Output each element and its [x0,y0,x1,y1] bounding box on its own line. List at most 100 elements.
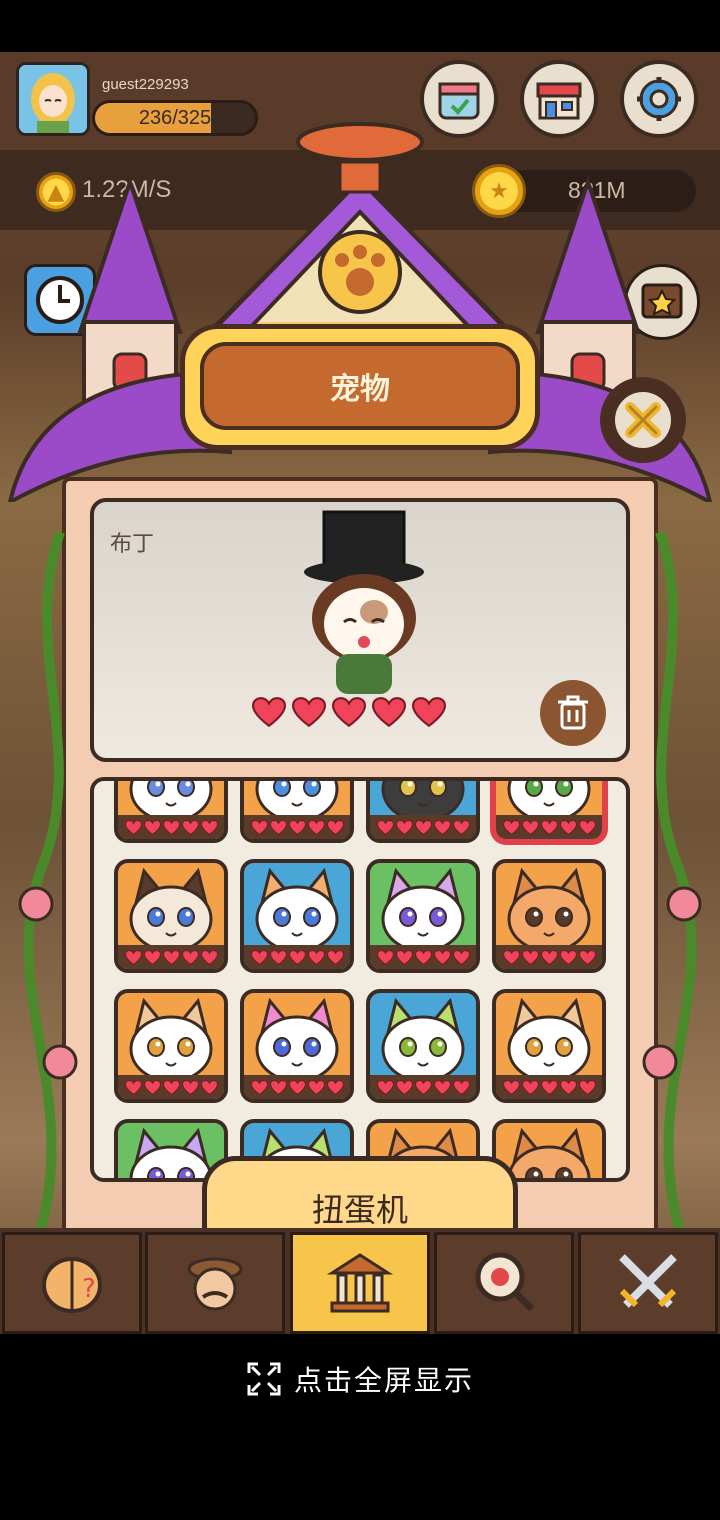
museum-icon [326,1253,394,1313]
release-pet-button[interactable] [540,680,606,746]
game-viewport: guest229293 236/325 ▲ 1.2?M/S [0,52,720,1334]
pet-card[interactable] [366,781,480,843]
heart-icon [559,949,577,965]
pet-card[interactable] [366,859,480,973]
heart-icon [143,949,161,965]
svg-text:?: ? [82,1274,96,1304]
pet-card[interactable] [240,781,354,843]
heart-icon [414,949,432,965]
cat-face-icon [255,867,339,953]
fullscreen-label: 点击全屏显示 [293,1364,474,1397]
expand-icon [247,1362,281,1396]
heart-icon [307,819,325,835]
heart-icon [292,697,326,727]
heart-icon [521,819,539,835]
trash-icon [558,695,588,730]
heart-icon [162,949,180,965]
cat-face-icon [129,867,213,953]
heart-icon [143,1079,161,1095]
nav-item-search[interactable] [434,1232,574,1334]
cat-face-icon [255,997,339,1083]
pet-card-hearts [370,815,476,839]
heart-icon [452,819,470,835]
heart-icon [250,949,268,965]
heart-icon [521,949,539,965]
pet-card-hearts [370,1075,476,1099]
crossed-swords-icon [619,1254,677,1308]
heart-icon [124,949,142,965]
pet-card-hearts [244,1075,350,1099]
pet-card[interactable] [114,989,228,1103]
heart-icon [578,1079,596,1095]
pet-hearts-rating [252,697,446,727]
pet-portrait[interactable] [284,502,444,702]
cat-face-icon [507,997,591,1083]
heart-icon [326,949,344,965]
heart-icon [181,949,199,965]
heart-icon [252,697,286,727]
heart-icon [414,1079,432,1095]
heart-icon [414,819,432,835]
heart-icon [395,1079,413,1095]
heart-icon [502,819,520,835]
heart-icon [502,1079,520,1095]
heart-icon [326,819,344,835]
pet-card[interactable] [366,989,480,1103]
nav-item-museum[interactable] [290,1232,430,1334]
heart-icon [269,1079,287,1095]
detective-icon [187,1257,243,1311]
heart-icon [124,1079,142,1095]
close-x-icon [615,392,671,448]
heart-icon [433,819,451,835]
heart-icon [162,819,180,835]
heart-icon [578,949,596,965]
fullscreen-prompt[interactable]: 点击全屏显示 [0,1334,720,1424]
settings-gear-icon [637,77,681,121]
panel-title: 宠物 [200,342,520,430]
heart-icon [288,819,306,835]
heart-icon [326,1079,344,1095]
pet-card-hearts [118,945,224,969]
heart-icon [372,697,406,727]
pet-card[interactable] [492,781,606,843]
heart-icon [332,697,366,727]
heart-icon [143,819,161,835]
heart-icon [452,949,470,965]
heart-icon [181,819,199,835]
nav-item-puzzle[interactable]: ? [2,1232,142,1334]
bottom-nav: ? [0,1228,720,1334]
pet-card[interactable] [240,859,354,973]
pet-card-hearts [496,945,602,969]
pet-card[interactable] [492,989,606,1103]
pet-collection-grid [90,777,630,1182]
pet-card[interactable] [114,781,228,843]
pet-card-hearts [118,815,224,839]
cat-face-icon [381,867,465,953]
pet-card-hearts [244,945,350,969]
pet-card[interactable] [240,989,354,1103]
heart-icon [269,819,287,835]
shop-icon [536,82,582,120]
heart-icon [124,819,142,835]
nav-item-detective[interactable] [145,1232,285,1334]
heart-icon [200,1079,218,1095]
heart-icon [433,949,451,965]
player-username: guest229293 [102,76,189,93]
nav-item-battle[interactable] [578,1232,718,1334]
heart-icon [269,949,287,965]
heart-icon [433,1079,451,1095]
pet-card-hearts [370,945,476,969]
heart-icon [376,949,394,965]
heart-icon [307,949,325,965]
pet-card[interactable] [114,859,228,973]
heart-icon [200,949,218,965]
heart-icon [376,1079,394,1095]
pet-card-hearts [496,1075,602,1099]
pet-card-hearts [244,815,350,839]
close-button[interactable] [600,377,686,463]
heart-icon [181,1079,199,1095]
heart-icon [540,1079,558,1095]
heart-icon [559,1079,577,1095]
pet-card[interactable] [492,859,606,973]
calendar-check-icon [438,82,480,120]
